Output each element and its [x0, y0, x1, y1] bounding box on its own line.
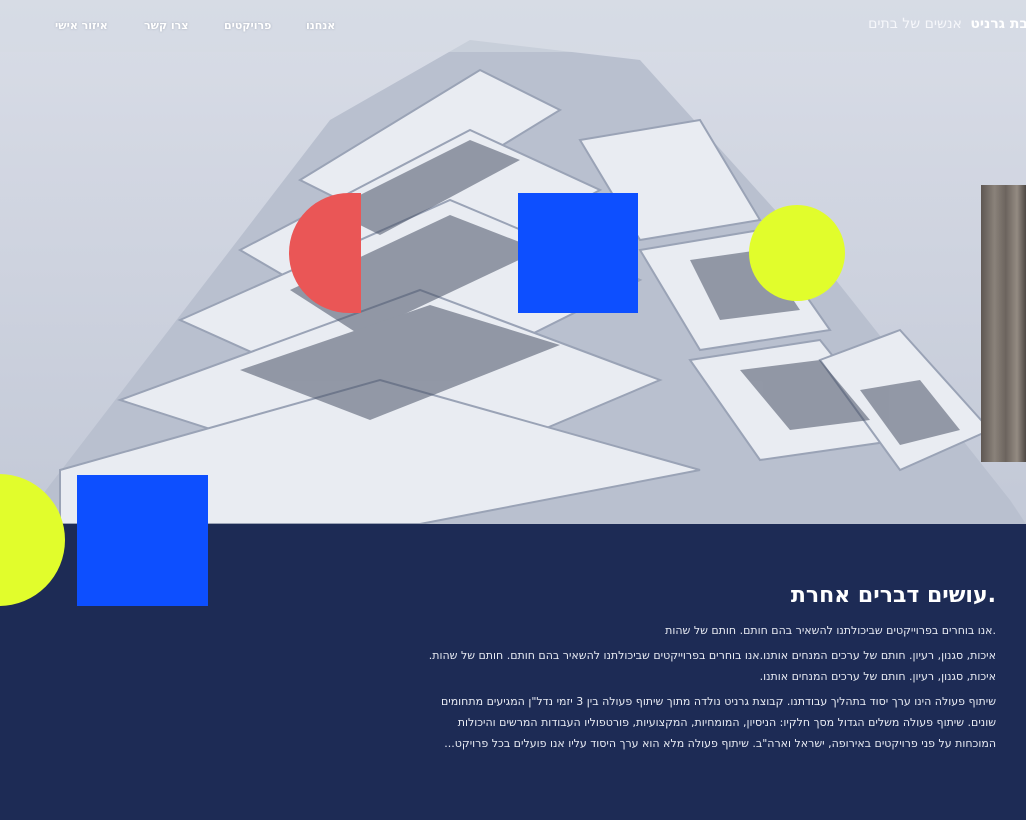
nav-link-projects[interactable]: פרויקטים	[224, 19, 271, 32]
nav-link-contact[interactable]: צרו קשר	[144, 19, 188, 32]
nav-link-about[interactable]: אנחנו	[306, 19, 335, 32]
brand-name: בת גרניט	[970, 16, 1026, 32]
brand-logo[interactable]: בת גרניט אנשים של בתים	[868, 16, 1026, 32]
about-paragraph-1: .אנו בוחרים בפרוייקטים שביכולתנו להשאיר …	[665, 624, 996, 637]
nav-link-personal-area[interactable]: איזור אישי	[55, 19, 108, 32]
blue-square-shape-bottom	[77, 475, 208, 606]
brand-tagline: אנשים של בתים	[868, 16, 962, 32]
blue-square-shape	[518, 193, 638, 313]
about-heading: .עושים דברים אחרת	[790, 583, 996, 608]
page: בת גרניט אנשים של בתים אנחנו פרויקטים צר…	[0, 0, 1026, 820]
top-navbar: בת גרניט אנשים של בתים אנחנו פרויקטים צר…	[0, 0, 1026, 52]
about-paragraph-3: שיתוף פעולה הינו ערך יסוד בתהליך עבודתנו…	[440, 695, 996, 750]
about-paragraph-2: איכות, סגנון, רעיון. חותם של ערכים המנחי…	[428, 649, 996, 683]
building-photo	[0, 0, 1026, 524]
side-photo	[981, 185, 1026, 462]
hero-section: בת גרניט אנשים של בתים אנחנו פרויקטים צר…	[0, 0, 1026, 524]
about-section: .עושים דברים אחרת .אנו בוחרים בפרוייקטים…	[426, 582, 996, 758]
yellow-circle-shape	[749, 205, 845, 301]
